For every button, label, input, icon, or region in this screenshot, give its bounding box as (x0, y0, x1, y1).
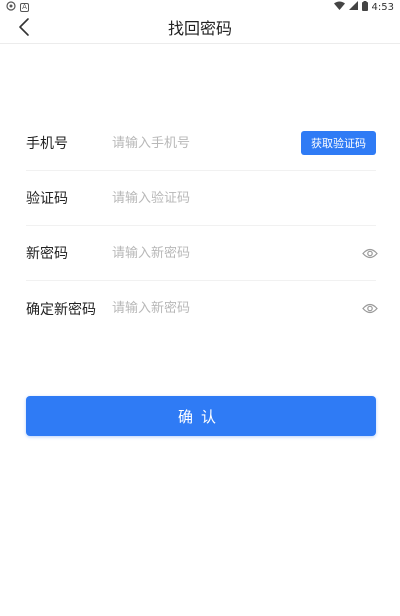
get-code-button[interactable]: 获取验证码 (301, 131, 376, 155)
confirm-password-row: 确定新密码 (26, 281, 378, 336)
status-right: 4:53 (333, 0, 394, 14)
wifi-icon (333, 1, 345, 13)
eye-icon[interactable] (360, 299, 380, 319)
status-bar: A 4:53 (0, 0, 400, 14)
code-input[interactable] (112, 183, 376, 213)
new-password-row: 新密码 (26, 226, 378, 281)
signal-icon (348, 1, 358, 13)
nav-bar: 找回密码 (0, 14, 400, 44)
new-password-label: 新密码 (26, 246, 68, 262)
code-label: 验证码 (26, 191, 68, 207)
notification-icon (6, 0, 16, 14)
phone-label: 手机号 (26, 136, 68, 152)
eye-icon[interactable] (360, 243, 380, 263)
battery-icon (361, 0, 368, 14)
phone-row: 手机号 获取验证码 (26, 116, 376, 171)
confirm-password-label: 确定新密码 (26, 301, 96, 318)
new-password-input[interactable] (112, 238, 360, 268)
app-icon: A (20, 2, 29, 12)
code-row: 验证码 (26, 171, 376, 226)
status-time: 4:53 (371, 1, 394, 13)
reset-password-form: 手机号 获取验证码 验证码 新密码 确定新密码 (26, 116, 378, 336)
phone-input[interactable] (112, 128, 301, 158)
status-left: A (6, 0, 29, 14)
confirm-button[interactable]: 确认 (26, 396, 376, 436)
confirm-password-input[interactable] (112, 293, 360, 324)
page-title: 找回密码 (167, 19, 232, 38)
